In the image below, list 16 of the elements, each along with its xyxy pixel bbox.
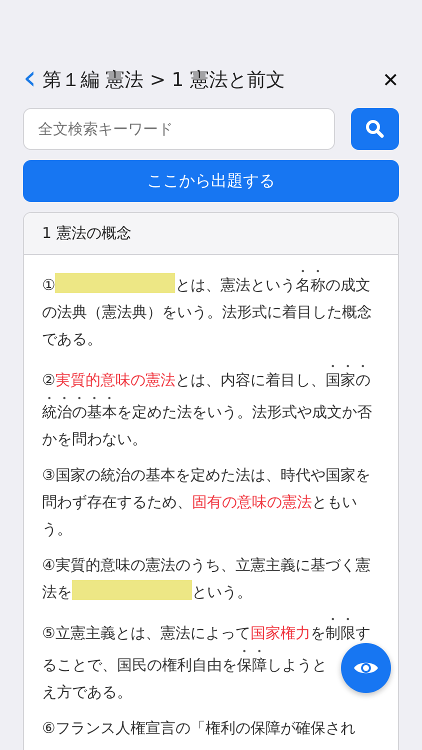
search-icon	[365, 119, 385, 139]
search-button[interactable]	[351, 108, 399, 150]
text-line: え方である。	[42, 682, 132, 703]
paragraph: ⑤立憲主義とは、憲法によって国家権力 を制限す	[42, 623, 370, 644]
paragraph: ④実質的意味の憲法のうち、立憲主義に基づく憲法を という。	[42, 555, 372, 603]
breadcrumb-title: 第１編 憲法 > 1 憲法と前文	[42, 68, 286, 93]
search-field[interactable]: 全文検索キーワード	[23, 108, 335, 150]
start-quiz-button[interactable]: ここから出題する	[23, 160, 399, 202]
text-line: ることで、国民の権利自由を保障 しようと	[42, 655, 327, 676]
paragraph: ③国家の統治の基本を定めた法は、時代や国家を問わず存在するため、固有の意味の憲法ともいう。	[42, 465, 372, 540]
close-button[interactable]: ✕	[382, 68, 399, 92]
paragraph: ②実質的意味の憲法とは、内容に着目し、国家の統治の基本を定めた法をいう。法形式や成文か否かを問わない。	[42, 370, 373, 450]
paragraph: ① とは、憲法という 名称の成文の法典（憲法典）をいう。法形式に着目した概念である。	[42, 267, 380, 353]
section-title: 1 憲法の概念	[24, 213, 398, 255]
paragraph: ⑥フランス人権宣言の「権利の保障が確保され	[42, 718, 356, 739]
back-button[interactable]: ‹	[23, 63, 37, 93]
